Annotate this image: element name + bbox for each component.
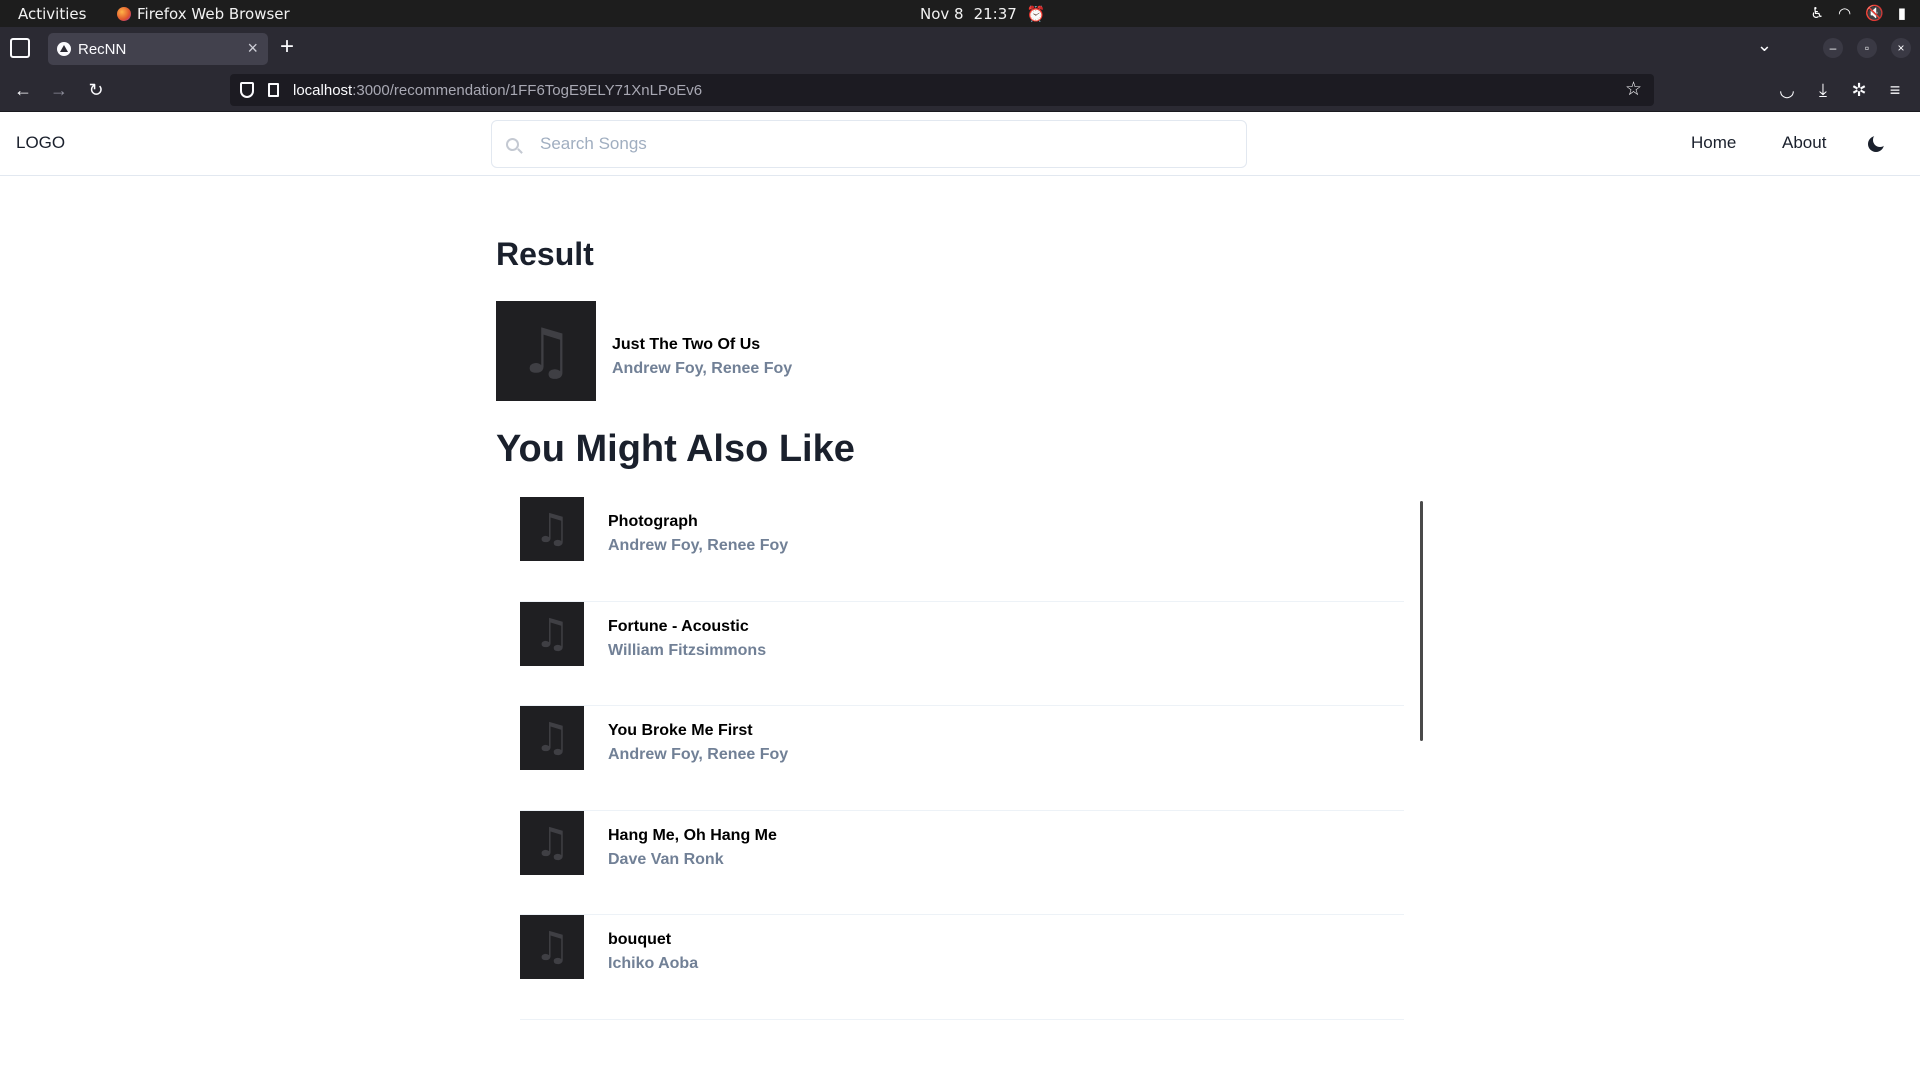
song-artist: Ichiko Aoba [608, 955, 699, 972]
navigation-toolbar: ← → ↻ localhost:3000/recommendation/1FF6… [0, 69, 1920, 112]
tab-title: RecNN [78, 41, 127, 58]
close-window-icon[interactable]: × [1891, 38, 1911, 58]
page-info-icon[interactable] [268, 83, 279, 97]
list-item[interactable]: ♫ Photograph Andrew Foy, Renee Foy [520, 497, 1404, 602]
url-bar[interactable]: localhost:3000/recommendation/1FF6TogE9E… [230, 74, 1654, 106]
song-artist: Andrew Foy, Renee Foy [608, 746, 789, 763]
list-item[interactable]: ♫ You Broke Me First Andrew Foy, Renee F… [520, 706, 1404, 811]
song-title: bouquet [608, 931, 672, 948]
battery-icon[interactable]: ▮ [1898, 4, 1906, 22]
music-note-icon: ♫ [534, 924, 570, 970]
app-menu[interactable]: Firefox Web Browser [117, 5, 290, 23]
album-cover: ♫ [520, 706, 584, 770]
song-artist: Andrew Foy, Renee Foy [608, 537, 789, 554]
song-title: Just The Two Of Us [612, 336, 761, 353]
url-host: localhost [293, 82, 353, 99]
extensions-icon[interactable]: ✲ [1847, 78, 1871, 102]
search-input[interactable] [540, 132, 1230, 156]
new-tab-button[interactable]: + [280, 35, 294, 59]
menu-icon[interactable]: ≡ [1883, 78, 1907, 102]
firefox-icon [117, 7, 131, 21]
music-note-icon: ♫ [518, 314, 574, 388]
moon-icon[interactable] [1868, 133, 1887, 152]
firefox-view-icon[interactable] [10, 38, 30, 58]
wifi-icon[interactable]: ◠ [1838, 4, 1851, 22]
list-item[interactable]: ♫ bouquet Ichiko Aoba [520, 915, 1404, 1020]
song-artist: William Fitzsimmons [608, 641, 767, 659]
close-tab-icon[interactable]: × [247, 38, 258, 59]
album-cover: ♫ [520, 915, 584, 979]
back-icon[interactable]: ← [11, 78, 35, 102]
music-note-icon: ♫ [534, 506, 570, 552]
music-note-icon: ♫ [534, 819, 570, 866]
favicon-icon [57, 42, 71, 56]
minimize-icon[interactable]: – [1823, 38, 1843, 58]
system-top-bar: Activities Firefox Web Browser Nov 8 21:… [0, 0, 1920, 27]
list-scrollbar[interactable] [1420, 501, 1423, 741]
url-path: :3000/recommendation/1FF6TogE9ELY71XnLPo… [352, 82, 703, 99]
alarm-icon: ⏰ [1026, 5, 1046, 23]
reload-icon[interactable]: ↻ [84, 78, 108, 102]
list-all-tabs-icon[interactable]: ⌄ [1757, 35, 1772, 56]
music-note-icon: ♫ [534, 610, 570, 657]
forward-icon[interactable]: → [47, 78, 71, 102]
list-item[interactable]: ♫ Hang Me, Oh Hang Me Dave Van Ronk [520, 810, 1404, 915]
album-cover: ♫ [520, 810, 584, 875]
logo[interactable]: LOGO [16, 133, 65, 153]
app-name: Firefox Web Browser [137, 5, 290, 23]
tab-strip: RecNN × + ⌄ – ▫ × [0, 27, 1920, 69]
tracking-protection-icon[interactable] [240, 82, 254, 98]
song-title: You Broke Me First [608, 722, 753, 739]
result-heading: Result [496, 236, 594, 272]
list-item[interactable]: ♫ Fortune - Acoustic William Fitzsimmons [520, 601, 1404, 706]
album-cover: ♫ [520, 601, 584, 666]
song-title: Photograph [608, 513, 698, 530]
volume-muted-icon[interactable]: 🔇 [1865, 4, 1884, 22]
search-box[interactable] [491, 120, 1247, 168]
url-text[interactable]: localhost:3000/recommendation/1FF6TogE9E… [293, 82, 702, 99]
album-cover: ♫ [520, 497, 584, 561]
song-title: Hang Me, Oh Hang Me [608, 826, 777, 844]
bookmark-star-icon[interactable]: ☆ [1625, 78, 1642, 101]
clock[interactable]: Nov 8 21:37 ⏰ [920, 5, 1046, 23]
accessibility-icon[interactable]: ♿ [1811, 4, 1824, 22]
pocket-icon[interactable]: ◡ [1775, 78, 1799, 102]
song-artist: Andrew Foy, Renee Foy [612, 360, 793, 377]
recommendations-list: ♫ Photograph Andrew Foy, Renee Foy ♫ For… [520, 497, 1404, 1020]
activities-button[interactable]: Activities [18, 5, 86, 23]
song-title: Fortune - Acoustic [608, 617, 749, 635]
nav-home-link[interactable]: Home [1691, 133, 1736, 153]
song-artist: Dave Van Ronk [608, 850, 724, 868]
restore-icon[interactable]: ▫ [1857, 38, 1877, 58]
recommendations-heading: You Might Also Like [496, 428, 855, 470]
tab-recnn[interactable]: RecNN × [48, 33, 268, 65]
album-cover: ♫ [496, 301, 596, 401]
music-note-icon: ♫ [534, 715, 570, 761]
search-icon [506, 138, 519, 151]
downloads-icon[interactable]: ⤓ [1811, 78, 1835, 102]
nav-about-link[interactable]: About [1782, 133, 1826, 153]
site-header: LOGO Home About [0, 112, 1920, 176]
time-label: 21:37 [973, 5, 1017, 23]
date-label: Nov 8 [920, 5, 964, 23]
system-tray[interactable]: ♿ ◠ 🔇 ▮ [1811, 4, 1907, 22]
